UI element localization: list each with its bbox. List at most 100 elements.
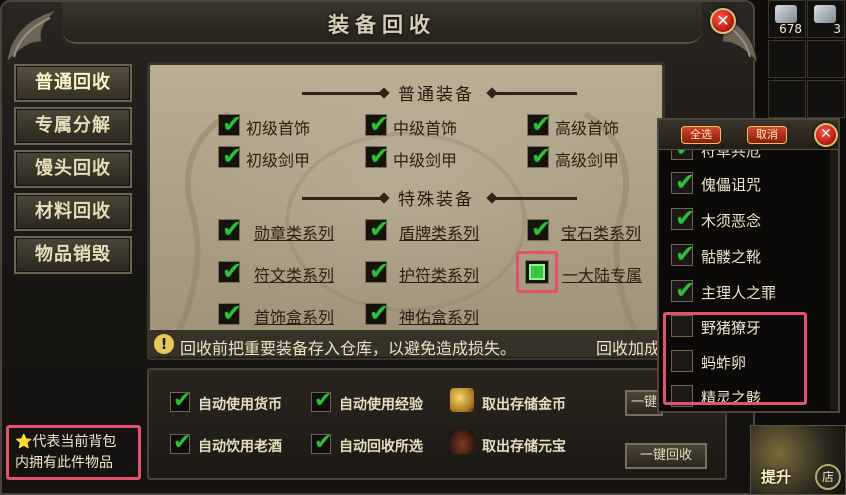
cancel-button[interactable]: 取消 <box>747 126 787 144</box>
checkbox-box[interactable]: ✔ <box>170 430 191 455</box>
checkbox-box[interactable]: ✔ <box>671 150 695 162</box>
checkbox-box[interactable]: ✔ <box>365 142 389 170</box>
checkmark-icon: ✔ <box>222 110 243 138</box>
option-label: 自动饮用老酒 <box>198 439 282 455</box>
checkbox-box[interactable]: ✔ <box>218 257 242 285</box>
checkbox-box[interactable]: ✔ <box>671 204 695 232</box>
checkbox-box[interactable]: ✔ <box>218 110 242 138</box>
checkbox-label: 初级首饰 <box>246 119 311 138</box>
checkbox-box[interactable]: ✔ <box>527 110 551 138</box>
close-window-button[interactable]: ✕ <box>710 8 736 34</box>
filter-item[interactable]: ✔ 傀儡诅咒 <box>671 168 821 198</box>
checkbox-shield-series[interactable]: ✔ 盾牌类系列 <box>365 215 505 244</box>
option-auto-recycle-selected[interactable]: ✔ 自动回收所选 <box>311 430 451 458</box>
withdraw-gold-button[interactable]: 取出存储金币 <box>450 388 590 414</box>
close-filter-panel-button[interactable]: ✕ <box>814 123 838 147</box>
inventory-slot[interactable] <box>807 40 845 78</box>
checkmark-icon: ✔ <box>675 240 696 268</box>
warning-bar: ! 回收前把重要装备存入仓库，以避免造成损失。 回收加成 <box>150 330 662 358</box>
checkbox-label: 首饰盒系列 <box>254 308 335 327</box>
option-label: 自动使用经验 <box>339 397 423 413</box>
checkbox-amulet-series[interactable]: ✔ 护符类系列 <box>365 257 505 286</box>
checkbox-box[interactable]: ✔ <box>218 215 242 243</box>
checkmark-icon: ✔ <box>675 204 696 232</box>
inventory-slot[interactable] <box>768 40 806 78</box>
checkmark-icon: ✔ <box>222 257 243 285</box>
checkbox-continent-exclusive[interactable] <box>525 260 549 284</box>
checkbox-medal-series[interactable]: ✔ 勋章类系列 <box>218 215 358 244</box>
filter-item[interactable]: ✔ 木须恶念 <box>671 204 821 234</box>
checkbox-box[interactable]: ✔ <box>527 142 551 170</box>
option-label: 取出存储元宝 <box>482 439 566 455</box>
select-all-button[interactable]: 全选 <box>681 126 721 144</box>
filled-square-icon <box>529 264 545 280</box>
checkbox-mid-jewelry[interactable]: ✔ 中级首饰 <box>365 110 495 139</box>
item-count: 678 <box>779 22 802 36</box>
checkbox-blessing-box-series[interactable]: ✔ 神佑盒系列 <box>365 299 505 328</box>
filter-item-label: 主理人之罪 <box>701 284 777 302</box>
yuanbao-bowl-icon <box>450 430 474 454</box>
inventory-slot[interactable]: 3 <box>807 0 845 38</box>
title-bar: 装备回收 <box>62 2 702 44</box>
option-auto-use-exp[interactable]: ✔ 自动使用经验 <box>311 388 451 416</box>
nav-item-destroy[interactable]: 物品销毁 <box>14 236 132 274</box>
checkbox-box[interactable]: ✔ <box>365 110 389 138</box>
inventory-slot[interactable] <box>807 80 845 118</box>
option-auto-use-currency[interactable]: ✔ 自动使用货币 <box>170 388 310 416</box>
checkbox-box[interactable]: ✔ <box>671 168 695 196</box>
checkmark-icon: ✔ <box>369 142 390 170</box>
nav-material-recycle[interactable]: 材料回收 <box>14 193 132 231</box>
checkbox-rune-series[interactable]: ✔ 符文类系列 <box>218 257 358 286</box>
option-label: 自动回收所选 <box>339 439 423 455</box>
checkbox-box[interactable]: ✔ <box>671 240 695 268</box>
checkbox-box[interactable]: ✔ <box>365 299 389 327</box>
shop-icon[interactable]: 店 <box>815 464 841 490</box>
option-label: 自动使用货币 <box>198 397 282 413</box>
nav-mantou-recycle[interactable]: 馒头回收 <box>14 150 132 188</box>
filter-panel-header: 全选 取消 <box>659 120 838 150</box>
upgrade-widget[interactable]: 提升 店 <box>750 425 846 495</box>
nav-exclusive-decompose[interactable]: 专属分解 <box>14 107 132 145</box>
option-auto-drink-wine[interactable]: ✔ 自动饮用老酒 <box>170 430 310 458</box>
inventory-slot[interactable]: 678 <box>768 0 806 38</box>
nav-normal-recycle[interactable]: 普通回收 <box>14 64 132 102</box>
window-title: 装备回收 <box>328 13 436 37</box>
filter-item[interactable]: ✔ 符草共危 <box>671 150 821 164</box>
checkbox-junior-jewelry[interactable]: ✔ 初级首饰 <box>218 110 348 139</box>
star-legend-note: ⭐代表当前背包 内拥有此件物品 <box>6 425 141 480</box>
filter-item[interactable]: ✔ 主理人之罪 <box>671 276 821 306</box>
continent-exclusive-label: 一大陆专属 <box>562 266 643 285</box>
withdraw-yuanbao-button[interactable]: 取出存储元宝 <box>450 430 590 456</box>
checkbox-junior-armor[interactable]: ✔ 初级剑甲 <box>218 142 348 171</box>
checkbox-label: 勋章类系列 <box>254 224 335 243</box>
one-key-recycle-button[interactable]: 一键回收 <box>625 443 707 469</box>
section-divider-left <box>302 197 384 200</box>
checkbox-box[interactable]: ✔ <box>365 257 389 285</box>
checkbox-senior-jewelry[interactable]: ✔ 高级首饰 <box>527 110 657 139</box>
upgrade-label: 提升 <box>761 468 792 486</box>
checkbox-label: 护符类系列 <box>399 266 480 285</box>
checkmark-icon: ✔ <box>531 215 552 243</box>
checkbox-box[interactable]: ✔ <box>170 388 191 413</box>
star-note-line-2: 内拥有此件物品 <box>15 455 113 471</box>
checkbox-box[interactable]: ✔ <box>311 388 332 413</box>
filter-item[interactable]: ✔ 骷髅之靴 <box>671 240 821 270</box>
item-icon <box>775 5 797 23</box>
checkbox-box[interactable]: ✔ <box>365 215 389 243</box>
checkbox-box[interactable]: ✔ <box>218 142 242 170</box>
checkbox-box[interactable]: ✔ <box>527 215 551 243</box>
checkbox-box[interactable]: ✔ <box>218 299 242 327</box>
checkbox-senior-armor[interactable]: ✔ 高级剑甲 <box>527 142 657 171</box>
checkbox-box[interactable]: ✔ <box>311 430 332 455</box>
section-divider-right <box>492 197 577 200</box>
filter-list-scrollbar[interactable] <box>830 150 838 410</box>
checkmark-icon: ✔ <box>222 142 243 170</box>
checkbox-jewelry-box-series[interactable]: ✔ 首饰盒系列 <box>218 299 358 328</box>
checkbox-label: 高级首饰 <box>555 119 620 138</box>
checkbox-mid-armor[interactable]: ✔ 中级剑甲 <box>365 142 495 171</box>
checkmark-icon: ✔ <box>531 110 552 138</box>
inventory-slot[interactable] <box>768 80 806 118</box>
checkbox-gem-series[interactable]: ✔ 宝石类系列 <box>527 215 655 244</box>
filter-item-label: 骷髅之靴 <box>701 248 762 266</box>
checkbox-box[interactable]: ✔ <box>671 276 695 304</box>
